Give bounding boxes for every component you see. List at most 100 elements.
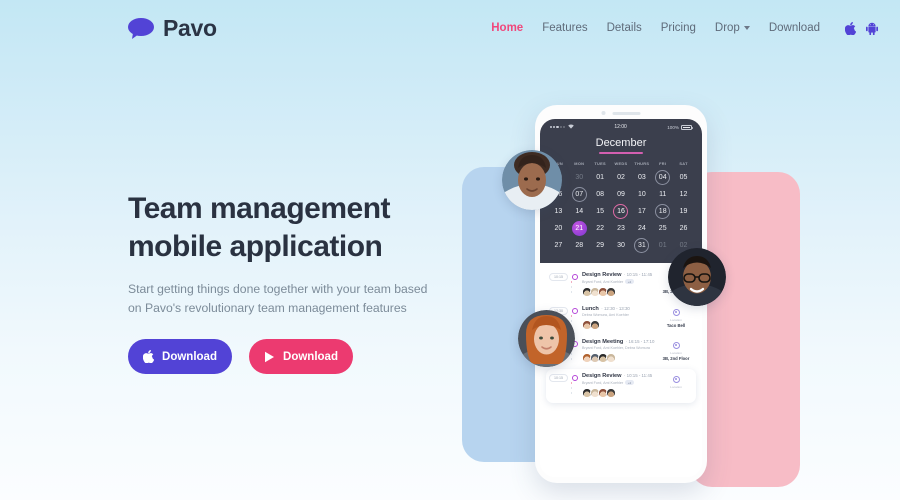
calendar-day-10[interactable]: 10 [631, 187, 652, 203]
android-icon[interactable] [866, 22, 878, 35]
calendar-day-01[interactable]: 01 [652, 238, 673, 254]
event-body: Design Review · 10:15 - 11:45 Bryant Ford,… [582, 373, 655, 398]
calendar-day-05[interactable]: 05 [673, 170, 694, 186]
calendar-day-13[interactable]: 13 [548, 204, 569, 220]
calendar-day-30[interactable]: 30 [569, 170, 590, 186]
event-time-range: · 16:15 - 17:10 [625, 338, 655, 344]
event-attendees: Bryant Ford, Ami Koehler +2 [582, 279, 655, 285]
navbar: Pavo Home Features Details Pricing Drop … [0, 0, 900, 56]
calendar-day-16[interactable]: 16 [611, 204, 632, 220]
hero-subtitle: Start getting things done together with … [128, 280, 458, 317]
event-attendees-extra-count: +2 [625, 380, 634, 386]
timeline-tick [571, 290, 572, 294]
download-play-button[interactable]: Download [249, 339, 353, 375]
timeline-tick [571, 285, 572, 289]
calendar-day-20[interactable]: 20 [548, 221, 569, 237]
calendar-day-26[interactable]: 26 [673, 221, 694, 237]
calendar-day-label: 11 [659, 191, 667, 199]
avatar [590, 320, 600, 330]
calendar-day-31[interactable]: 31 [631, 238, 652, 254]
download-apple-button[interactable]: Download [128, 339, 232, 375]
calendar-day-11[interactable]: 11 [652, 187, 673, 203]
download-apple-label: Download [162, 350, 217, 363]
event-avatar-group [582, 320, 655, 330]
nav-item-download[interactable]: Download [769, 22, 820, 34]
calendar-dow-mon: MON [574, 160, 585, 166]
calendar-day-19[interactable]: 19 [673, 204, 694, 220]
calendar-day-label: 05 [679, 174, 688, 182]
timeline-tick [571, 314, 572, 318]
nav-item-features[interactable]: Features [542, 22, 587, 34]
calendar-day-23[interactable]: 23 [611, 221, 632, 237]
location-pin-icon [672, 308, 680, 316]
event-title-row: Lunch · 12:30 - 13:30 [582, 306, 655, 312]
calendar-day-29[interactable]: 29 [590, 238, 611, 254]
avatar [606, 287, 616, 297]
event-attendees: Debra Womura, Ami Koehler [582, 313, 655, 317]
status-battery-group: 100% [667, 124, 693, 130]
nav-item-details[interactable]: Details [607, 22, 642, 34]
timeline-tick [571, 352, 572, 356]
location-pin-icon [672, 341, 680, 349]
calendar-day-21[interactable]: 21 [569, 221, 590, 237]
brand-logo[interactable]: Pavo [128, 15, 217, 42]
calendar-day-08[interactable]: 08 [590, 187, 611, 203]
calendar-day-18[interactable]: 18 [652, 204, 673, 220]
speech-bubble-icon [128, 17, 154, 39]
avatar-man-glasses [668, 248, 726, 306]
calendar-day-label: 22 [596, 225, 605, 233]
calendar-day-14[interactable]: 14 [569, 204, 590, 220]
phone-camera-dot [601, 111, 606, 115]
nav-item-pricing[interactable]: Pricing [661, 22, 696, 34]
nav-item-home[interactable]: Home [491, 22, 523, 34]
calendar-day-07[interactable]: 07 [569, 187, 590, 203]
event-location: Location3B, 2nd Floor [659, 339, 693, 361]
event-title-row: Design Review · 10:15 - 11:45 [582, 373, 655, 379]
calendar-day-25[interactable]: 25 [652, 221, 673, 237]
calendar-day-24[interactable]: 24 [631, 221, 652, 237]
event-body: Design Review · 10:15 - 11:45 Bryant Ford,… [582, 272, 655, 297]
calendar-day-15[interactable]: 15 [590, 204, 611, 220]
calendar-day-label: 12 [679, 191, 688, 199]
calendar-day-30[interactable]: 30 [611, 238, 632, 254]
calendar-day-27[interactable]: 27 [548, 238, 569, 254]
calendar-day-01[interactable]: 01 [590, 170, 611, 186]
event-avatar-group [582, 388, 655, 398]
timeline-tick [571, 391, 572, 395]
event-location-value: Taco Bell [666, 322, 686, 328]
hero-buttons: Download Download [128, 339, 458, 375]
avatar [606, 388, 616, 398]
calendar-day-label: 21 [571, 221, 587, 237]
calendar-day-17[interactable]: 17 [631, 204, 652, 220]
calendar-day-02[interactable]: 02 [611, 170, 632, 186]
nav-links: Home Features Details Pricing Drop Downl… [491, 21, 878, 35]
calendar-day-label: 31 [634, 238, 650, 254]
calendar-day-22[interactable]: 22 [590, 221, 611, 237]
calendar-day-label: 19 [679, 208, 688, 216]
hero-section: Team management mobile application Start… [128, 190, 458, 375]
event-timeline-ticks [571, 280, 572, 294]
event-body: Design Meeting · 16:15 - 17:10 Bryant Ford… [582, 339, 655, 363]
event-item[interactable]: 10:15 Design Review · 10:15 - 11:45 Bryant … [546, 368, 696, 403]
event-attendees: Bryant Ford, Ami Koehler, Debra Womura [582, 346, 655, 350]
calendar-dow-fri: FRI [659, 160, 667, 166]
calendar-day-28[interactable]: 28 [569, 238, 590, 254]
calendar-day-09[interactable]: 09 [611, 187, 632, 203]
event-attendees-extra-count: +2 [625, 279, 634, 285]
event-time-range: · 10:15 - 11:45 [623, 271, 653, 277]
calendar-day-label: 04 [655, 170, 671, 186]
calendar-day-04[interactable]: 04 [652, 170, 673, 186]
event-avatar-group [582, 353, 655, 363]
status-bar: 12:00 100% [548, 124, 694, 133]
calendar-day-12[interactable]: 12 [673, 187, 694, 203]
calendar-day-label: 30 [617, 242, 625, 250]
nav-item-drop[interactable]: Drop [715, 22, 750, 34]
calendar-day-03[interactable]: 03 [631, 170, 652, 186]
hero-title-line1: Team management [128, 192, 391, 225]
apple-icon[interactable] [845, 21, 856, 35]
timeline-tick [571, 357, 572, 361]
event-location: Location Taco Bell [659, 306, 693, 328]
calendar-day-label: 16 [613, 204, 629, 220]
calendar-dow-sat: SAT [679, 160, 688, 166]
event-location-label: Location [670, 318, 682, 323]
